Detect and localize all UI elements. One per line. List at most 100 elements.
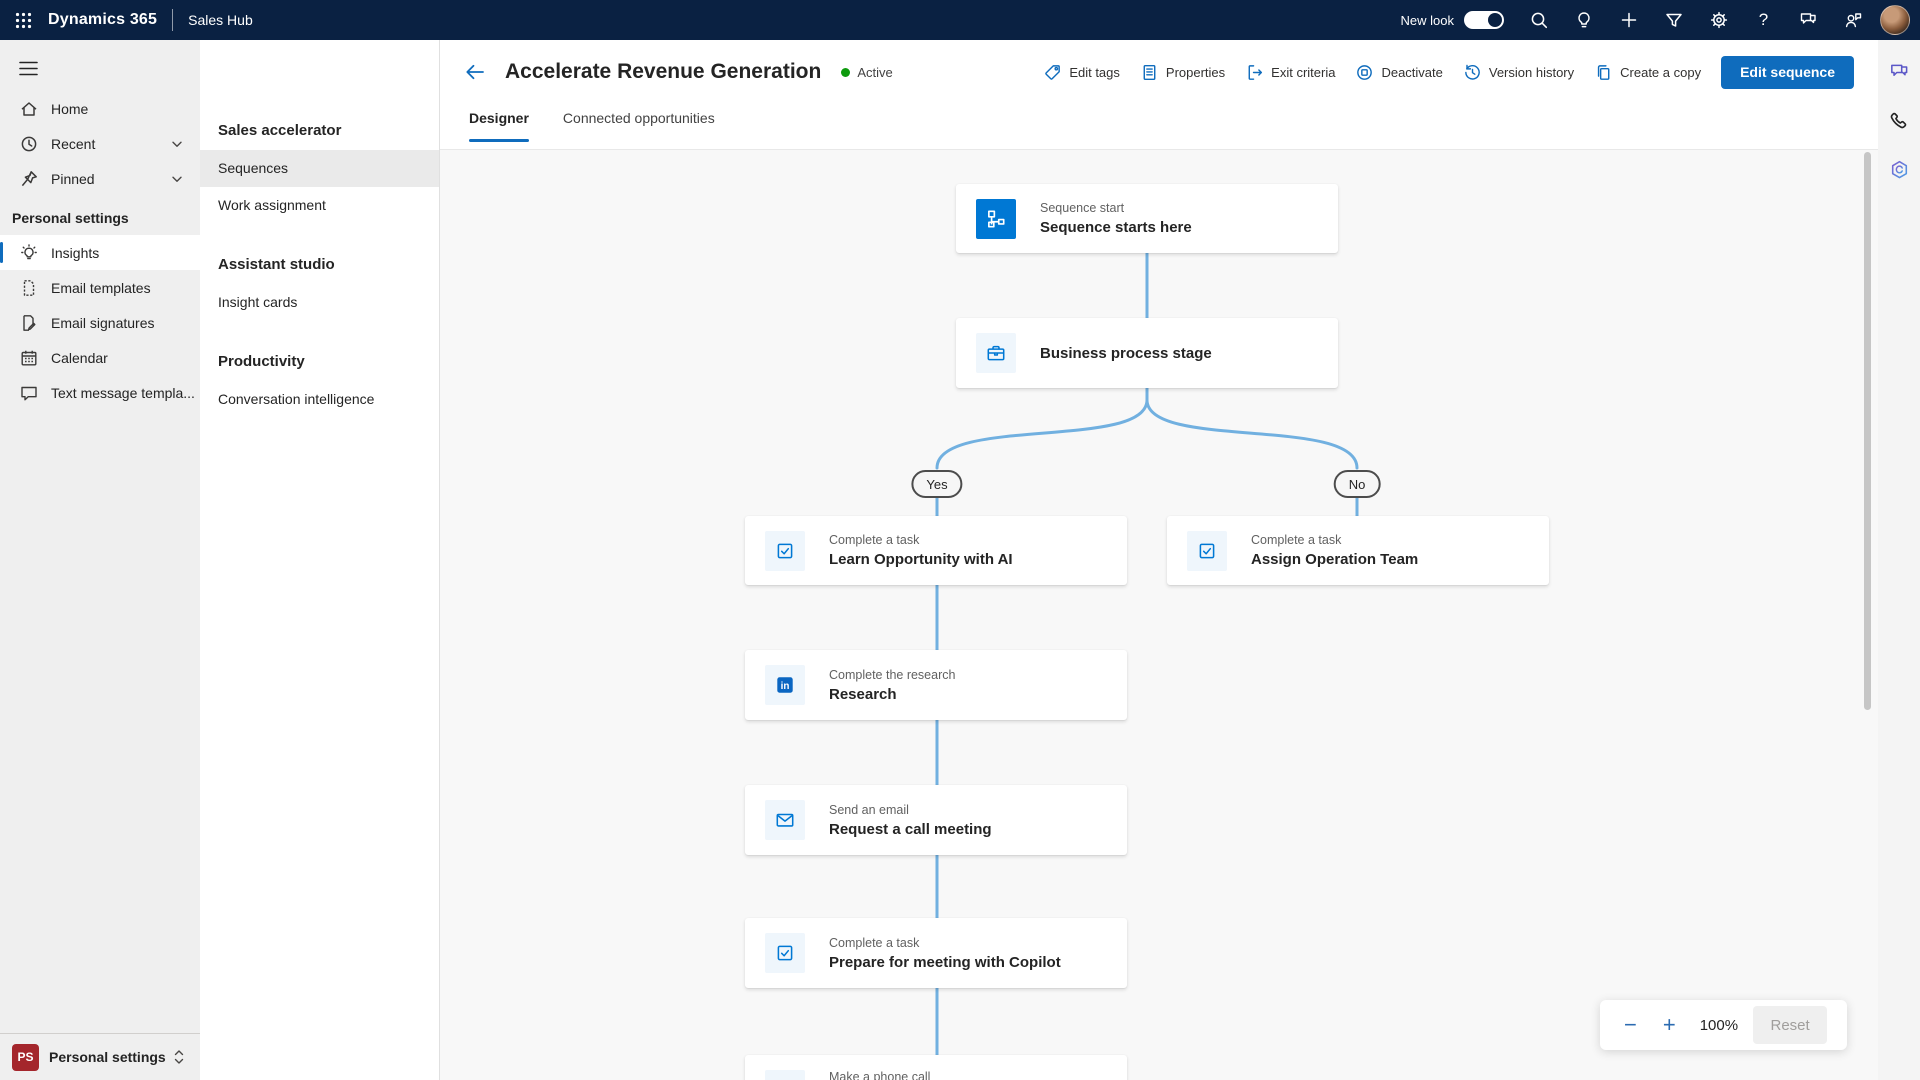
node-title: Learn Opportunity with AI <box>829 549 1013 570</box>
email-template-icon <box>19 278 39 298</box>
flow-node-business-process-stage[interactable]: Business process stage <box>956 318 1338 388</box>
app-launcher-icon[interactable] <box>0 0 46 40</box>
teams-chat-icon[interactable] <box>1887 60 1911 84</box>
branch-label-no[interactable]: No <box>1334 470 1381 498</box>
status-badge: Active <box>841 65 892 80</box>
flow-node-make-phone-call[interactable]: Make a phone call <box>745 1055 1127 1080</box>
canvas-scrollbar[interactable] <box>1864 152 1871 710</box>
tag-icon <box>1043 63 1062 82</box>
sidebar-item-email-signatures[interactable]: Email signatures <box>0 305 200 340</box>
clock-icon <box>19 134 39 154</box>
right-icon-rail <box>1878 40 1920 1080</box>
unfold-chevrons-icon[interactable] <box>172 1048 186 1066</box>
toolbar-label: Edit tags <box>1069 65 1120 80</box>
hamburger-menu-icon[interactable] <box>13 55 43 82</box>
deactivate-icon <box>1355 63 1374 82</box>
flow-node-prepare-meeting-copilot[interactable]: Complete a task Prepare for meeting with… <box>745 918 1127 988</box>
create-copy-button[interactable]: Create a copy <box>1594 63 1701 82</box>
share-person-icon[interactable] <box>1831 0 1876 40</box>
node-subtitle: Sequence start <box>1040 199 1192 217</box>
panel-item-conversation-intelligence[interactable]: Conversation intelligence <box>200 381 439 418</box>
panel-item-work-assignment[interactable]: Work assignment <box>200 187 439 224</box>
zoom-reset-button[interactable]: Reset <box>1753 1006 1827 1044</box>
page-title: Accelerate Revenue Generation <box>505 60 821 84</box>
deactivate-button[interactable]: Deactivate <box>1355 63 1442 82</box>
personal-settings-section-header: Personal settings <box>0 200 200 235</box>
sidebar-item-email-templates[interactable]: Email templates <box>0 270 200 305</box>
filter-icon[interactable] <box>1651 0 1696 40</box>
chevron-down-icon[interactable] <box>170 137 184 151</box>
personal-settings-footer[interactable]: PS Personal settings <box>0 1033 200 1080</box>
back-arrow-icon[interactable] <box>458 55 492 89</box>
copy-icon <box>1594 63 1613 82</box>
user-avatar[interactable] <box>1880 5 1910 35</box>
node-subtitle: Complete a task <box>829 531 1013 549</box>
sidebar-item-calendar[interactable]: Calendar <box>0 340 200 375</box>
sidebar-item-label: Email templates <box>51 280 151 296</box>
node-title: Prepare for meeting with Copilot <box>829 952 1061 973</box>
zoom-level: 100% <box>1700 1017 1738 1034</box>
flow-node-sequence-start[interactable]: Sequence start Sequence starts here <box>956 184 1338 253</box>
sms-icon <box>19 383 39 403</box>
new-look-toggle[interactable] <box>1464 11 1504 29</box>
canvas-zoom-control: − + 100% Reset <box>1600 1000 1847 1050</box>
brand-title[interactable]: Dynamics 365 <box>48 11 157 29</box>
node-title: Sequence starts here <box>1040 217 1192 238</box>
feedback-icon[interactable] <box>1786 0 1831 40</box>
flow-connectors <box>440 150 1878 1080</box>
briefcase-icon <box>976 333 1016 373</box>
history-icon <box>1463 63 1482 82</box>
edit-sequence-button[interactable]: Edit sequence <box>1721 56 1854 89</box>
sequence-designer-canvas[interactable]: Sequence start Sequence starts here Busi… <box>440 150 1878 1080</box>
chevron-down-icon[interactable] <box>170 172 184 186</box>
help-icon[interactable]: ? <box>1741 0 1786 40</box>
exit-arrow-icon <box>1245 63 1264 82</box>
zoom-in-button[interactable]: + <box>1663 1014 1676 1036</box>
top-navigation-bar: Dynamics 365 Sales Hub New look ? <box>0 0 1920 40</box>
sidebar-item-insights[interactable]: Insights <box>0 235 200 270</box>
sidebar-item-pinned[interactable]: Pinned <box>0 161 200 196</box>
version-history-button[interactable]: Version history <box>1463 63 1574 82</box>
zoom-out-button[interactable]: − <box>1624 1014 1637 1036</box>
sidebar-item-label: Home <box>51 101 88 117</box>
properties-button[interactable]: Properties <box>1140 63 1225 82</box>
sidebar-item-label: Calendar <box>51 350 108 366</box>
flow-node-assign-operation-team[interactable]: Complete a task Assign Operation Team <box>1167 516 1549 585</box>
sidebar-item-text-message-templates[interactable]: Text message templa... <box>0 375 200 410</box>
flow-node-learn-opportunity[interactable]: Complete a task Learn Opportunity with A… <box>745 516 1127 585</box>
sidebar-item-home[interactable]: Home <box>0 91 200 126</box>
toolbar-label: Properties <box>1166 65 1225 80</box>
group-header-assistant-studio: Assistant studio <box>200 246 439 284</box>
branch-label-yes[interactable]: Yes <box>911 470 962 498</box>
app-window: Dynamics 365 Sales Hub New look ? <box>0 0 1920 1080</box>
app-name[interactable]: Sales Hub <box>188 12 253 28</box>
lightbulb-icon[interactable] <box>1561 0 1606 40</box>
toggle-knob <box>1488 13 1502 27</box>
tab-connected-opportunities[interactable]: Connected opportunities <box>563 104 715 149</box>
toolbar-label: Exit criteria <box>1271 65 1335 80</box>
sidebar-item-recent[interactable]: Recent <box>0 126 200 161</box>
envelope-icon <box>765 800 805 840</box>
toolbar-label: Deactivate <box>1381 65 1442 80</box>
node-subtitle: Complete a task <box>829 934 1061 952</box>
phone-dialer-icon[interactable] <box>1887 109 1911 133</box>
exit-criteria-button[interactable]: Exit criteria <box>1245 63 1335 82</box>
node-subtitle: Send an email <box>829 801 992 819</box>
panel-item-insight-cards[interactable]: Insight cards <box>200 284 439 321</box>
sequence-start-icon <box>976 199 1016 239</box>
tab-designer[interactable]: Designer <box>469 104 529 149</box>
panel-item-sequences[interactable]: Sequences <box>200 150 439 187</box>
node-subtitle: Make a phone call <box>829 1068 930 1080</box>
add-icon[interactable] <box>1606 0 1651 40</box>
copilot-icon[interactable] <box>1887 158 1911 182</box>
edit-tags-button[interactable]: Edit tags <box>1043 63 1120 82</box>
settings-gear-icon[interactable] <box>1696 0 1741 40</box>
toolbar-label: Create a copy <box>1620 65 1701 80</box>
active-status-dot <box>841 68 850 77</box>
sidebar-item-label: Pinned <box>51 171 95 187</box>
search-icon[interactable] <box>1516 0 1561 40</box>
footer-label: Personal settings <box>49 1049 166 1065</box>
flow-node-research[interactable]: in Complete the research Research <box>745 650 1127 720</box>
left-sidebar: Home Recent Pinned Personal settings Ins… <box>0 40 200 1080</box>
flow-node-request-call-meeting[interactable]: Send an email Request a call meeting <box>745 785 1127 855</box>
